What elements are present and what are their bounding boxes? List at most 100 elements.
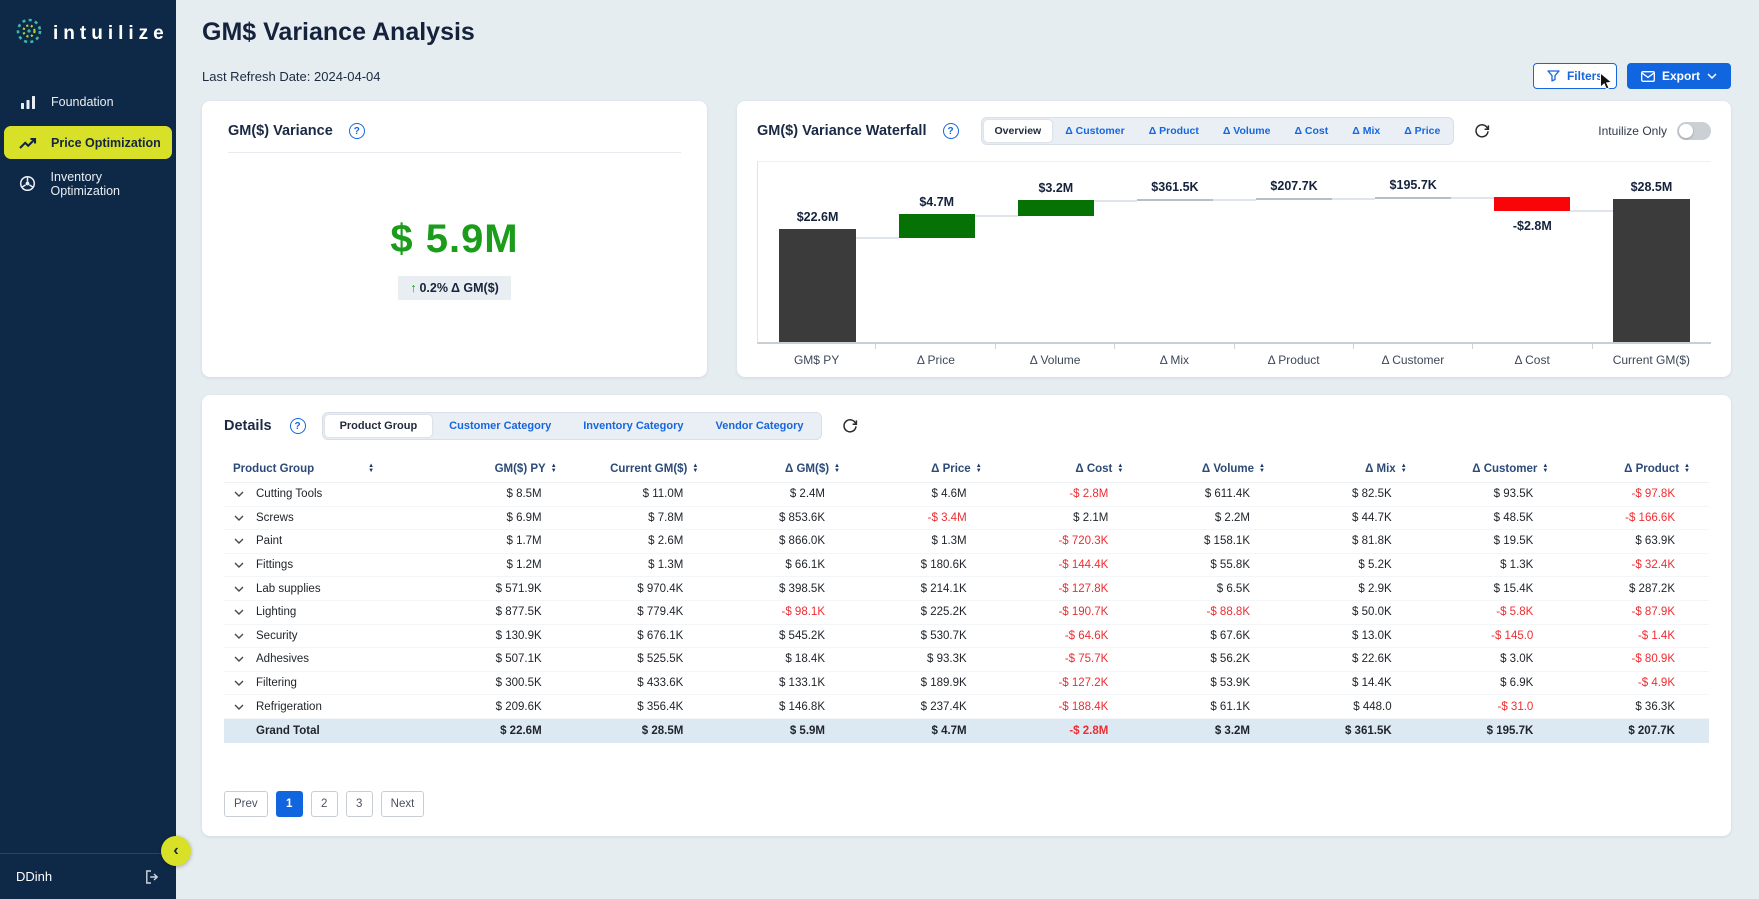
waterfall-connector	[1213, 198, 1256, 201]
waterfall-tab-product[interactable]: Δ Product	[1138, 120, 1210, 142]
sort-icon[interactable]: ▲ ▼	[368, 463, 374, 474]
sort-icon[interactable]: ▲ ▼	[1542, 463, 1548, 474]
main-content: GM$ Variance Analysis Last Refresh Date:…	[176, 0, 1759, 899]
expand-chevron-icon[interactable]	[224, 515, 254, 521]
logout-icon[interactable]	[145, 869, 160, 884]
waterfall-bar-product[interactable]	[1255, 197, 1333, 200]
sidebar-collapse-button[interactable]: ‹	[161, 836, 191, 866]
column-header-customer[interactable]: Δ Customer ▲ ▼	[1426, 463, 1568, 475]
column-header-volume[interactable]: Δ Volume ▲ ▼	[1142, 463, 1284, 475]
value-cell: $ 3.2M	[1214, 724, 1250, 737]
waterfall-tab-overview[interactable]: Overview	[983, 120, 1053, 142]
sort-icon[interactable]: ▲ ▼	[1259, 463, 1265, 474]
expand-chevron-icon[interactable]	[224, 491, 254, 498]
logo: intuilize	[0, 0, 176, 59]
value-cell: $ 61.1K	[1210, 700, 1250, 713]
value-cell: $ 611.4K	[1204, 488, 1250, 501]
expand-chevron-icon[interactable]	[224, 704, 254, 710]
value-cell: $ 81.8K	[1352, 535, 1392, 548]
value-cell: -$ 2.8M	[1069, 488, 1109, 501]
value-cell: $ 6.5K	[1216, 582, 1250, 595]
help-icon[interactable]: ?	[289, 418, 306, 434]
details-tab-inventory-category[interactable]: Inventory Category	[568, 415, 698, 437]
column-header-product[interactable]: Δ Product ▲ ▼	[1567, 463, 1709, 475]
sort-icon[interactable]: ▲ ▼	[692, 463, 698, 474]
axis-tick	[1115, 344, 1235, 349]
intuilize-only-toggle[interactable]	[1677, 122, 1711, 140]
prev-button[interactable]: Prev	[224, 790, 268, 817]
expand-chevron-icon[interactable]	[224, 656, 254, 663]
sort-icon[interactable]: ▲ ▼	[1684, 463, 1690, 474]
value-cell: $ 448.0	[1353, 700, 1392, 713]
export-button[interactable]: Export	[1626, 63, 1731, 89]
expand-chevron-icon[interactable]	[224, 680, 254, 687]
expand-chevron-icon[interactable]	[224, 562, 254, 569]
page-button-1[interactable]: 1	[275, 790, 303, 817]
waterfall-axis-labels: GM$ PY Δ Price Δ Volume Δ Mix Δ Product Δ Cus…	[757, 353, 1711, 367]
waterfall-bar-value: $207.7K	[1270, 178, 1318, 193]
waterfall-bar-current-gm[interactable]	[1613, 199, 1690, 343]
waterfall-tab-mix[interactable]: Δ Mix	[1341, 120, 1391, 142]
waterfall-bar-value: $4.7M	[919, 195, 955, 210]
refresh-icon[interactable]	[1474, 123, 1490, 139]
column-header-mix[interactable]: Δ Mix ▲ ▼	[1284, 463, 1426, 475]
page-button-2[interactable]: 2	[310, 790, 338, 817]
value-cell: $ 55.8K	[1210, 559, 1250, 572]
details-tab-vendor-category[interactable]: Vendor Category	[701, 415, 819, 437]
expand-chevron-icon[interactable]	[224, 586, 254, 592]
expand-chevron-icon[interactable]	[224, 633, 254, 639]
value-cell: $ 209.6K	[495, 700, 542, 713]
next-button[interactable]: Next	[380, 790, 425, 817]
column-header-price[interactable]: Δ Price ▲ ▼	[859, 463, 1001, 475]
column-header-product-group[interactable]: Product Group ▲ ▼	[224, 463, 434, 475]
waterfall-bar-mix[interactable]	[1136, 199, 1214, 202]
intuilize-logo-icon	[14, 16, 44, 51]
waterfall-tab-cost[interactable]: Δ Cost	[1283, 120, 1339, 142]
gm-variance-delta-badge: ↑ 0.2% Δ GM($)	[398, 276, 511, 300]
waterfall-tab-volume[interactable]: Δ Volume	[1212, 120, 1282, 142]
value-cell: $ 189.9K	[920, 677, 967, 690]
page-button-3[interactable]: 3	[345, 790, 373, 817]
value-cell: -$ 145.0	[1491, 629, 1534, 642]
waterfall-bar-cost[interactable]	[1494, 196, 1571, 211]
sort-icon[interactable]: ▲ ▼	[1401, 463, 1407, 474]
value-cell: $ 225.2K	[920, 606, 967, 619]
expand-chevron-icon[interactable]	[224, 609, 254, 616]
help-icon[interactable]: ?	[942, 123, 959, 139]
column-header-gm[interactable]: Δ GM($) ▲ ▼	[717, 463, 859, 475]
sidebar-item-inventory-optimization[interactable]: Inventory Optimization	[4, 167, 172, 200]
details-table: Product Group ▲ ▼ GM($) PY ▲ ▼ Current GM($) ▲ ▼…	[224, 455, 1709, 743]
sort-icon[interactable]: ▲ ▼	[1117, 463, 1123, 474]
sidebar-item-foundation[interactable]: Foundation	[4, 85, 172, 118]
waterfall-bar-volume[interactable]	[1017, 200, 1094, 217]
sort-icon[interactable]: ▲ ▼	[551, 463, 557, 474]
sidebar-item-price-optimization[interactable]: Price Optimization	[4, 126, 172, 159]
sort-icon[interactable]: ▲ ▼	[834, 463, 840, 474]
column-header-cost[interactable]: Δ Cost ▲ ▼	[1001, 463, 1143, 475]
waterfall-tab-price[interactable]: Δ Price	[1393, 120, 1451, 142]
waterfall-axis-label: Δ Mix	[1159, 353, 1190, 367]
column-header-current-gm[interactable]: Current GM($) ▲ ▼	[576, 463, 718, 475]
value-cell: $ 530.7K	[920, 629, 967, 642]
value-cell: $ 8.5M	[506, 488, 542, 501]
waterfall-tab-customer[interactable]: Δ Customer	[1054, 120, 1135, 142]
waterfall-bar-price[interactable]	[898, 214, 975, 238]
refresh-icon[interactable]	[842, 418, 858, 434]
axis-tick	[876, 344, 996, 349]
help-icon[interactable]: ?	[348, 123, 365, 139]
waterfall-axis-label: Δ Volume	[1029, 353, 1081, 367]
sort-icon[interactable]: ▲ ▼	[976, 463, 982, 474]
value-cell: $ 195.7K	[1486, 724, 1534, 737]
waterfall-bar-customer[interactable]	[1375, 196, 1452, 199]
details-tab-customer-category[interactable]: Customer Category	[434, 415, 566, 437]
column-header-gm-py[interactable]: GM($) PY ▲ ▼	[434, 463, 576, 475]
table-body: Cutting Tools $ 8.5M $ 11.0M $ 2.4M $ 4.6M -$…	[224, 483, 1709, 743]
value-cell: -$ 1.4K	[1637, 629, 1675, 642]
details-tab-product-group[interactable]: Product Group	[324, 415, 433, 437]
value-cell: $ 13.0K	[1352, 629, 1392, 642]
waterfall-connector	[1332, 197, 1376, 200]
value-cell: $ 877.5K	[495, 606, 542, 619]
waterfall-bar-gm-py[interactable]	[779, 228, 856, 343]
filters-button[interactable]: Filters	[1532, 63, 1617, 89]
expand-chevron-icon[interactable]	[224, 538, 254, 545]
